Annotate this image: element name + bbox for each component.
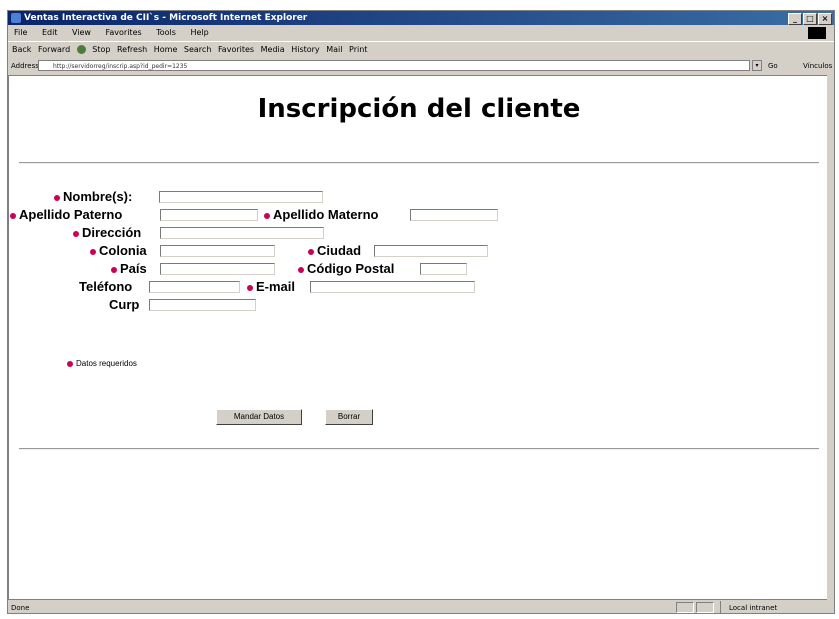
colonia-input[interactable] — [160, 245, 275, 257]
back-button[interactable]: Back — [12, 45, 31, 54]
close-button[interactable]: × — [818, 13, 832, 25]
apellido-materno-input[interactable] — [410, 209, 498, 221]
required-dot-icon — [54, 194, 60, 201]
menu-favorites[interactable]: Favorites — [106, 28, 142, 37]
menu-file[interactable]: File — [14, 28, 27, 37]
vertical-scrollbar[interactable] — [827, 75, 834, 600]
address-dropdown-button[interactable]: ▾ — [752, 60, 762, 71]
forward-button[interactable]: Forward — [38, 45, 70, 54]
stop-button[interactable]: Stop — [92, 45, 110, 54]
zone-indicator: Local intranet — [720, 601, 834, 613]
toolbar: Back Forward Stop Refresh Home Search Fa… — [8, 41, 834, 58]
reset-button[interactable]: Borrar — [325, 409, 373, 425]
status-bar: Done Local intranet — [8, 601, 834, 613]
required-dot-icon — [264, 212, 270, 219]
email-input[interactable] — [310, 281, 475, 293]
ciudad-label: Ciudad — [308, 243, 361, 259]
browser-window: Ventas Interactiva de CII`s - Microsoft … — [7, 10, 835, 614]
email-label: E-mail — [247, 279, 295, 295]
print-button[interactable]: Print — [349, 45, 367, 54]
go-button[interactable]: Go — [768, 58, 778, 74]
address-label: Address — [11, 62, 39, 70]
status-text: Done — [11, 604, 30, 612]
pais-label: País — [111, 261, 147, 277]
menu-bar: File Edit View Favorites Tools Help — [8, 26, 834, 40]
apellido-materno-label: Apellido Materno — [264, 207, 378, 223]
minimize-button[interactable]: _ — [788, 13, 802, 25]
history-button[interactable]: History — [291, 45, 319, 54]
direccion-label: Dirección — [73, 225, 141, 241]
address-bar: Address http://servidorreg/inscrip.asp?i… — [8, 58, 834, 74]
divider-bottom — [19, 448, 819, 450]
direccion-input[interactable] — [160, 227, 324, 239]
required-dot-icon — [73, 230, 79, 237]
stop-icon[interactable] — [76, 45, 86, 54]
ie-logo-icon — [11, 13, 21, 23]
submit-button[interactable]: Mandar Datos — [216, 409, 302, 425]
required-dot-icon — [298, 266, 304, 273]
title-bar: Ventas Interactiva de CII`s - Microsoft … — [8, 11, 834, 25]
menu-help[interactable]: Help — [190, 28, 208, 37]
required-legend: Datos requeridos — [67, 359, 137, 368]
address-input[interactable]: http://servidorreg/inscrip.asp?id_pedir=… — [38, 60, 750, 71]
menu-view[interactable]: View — [72, 28, 91, 37]
links-button[interactable]: Vínculos — [803, 58, 832, 74]
search-button[interactable]: Search — [184, 45, 211, 54]
page-content: Inscripción del cliente Nombre(s): Apell… — [8, 75, 828, 600]
home-button[interactable]: Home — [154, 45, 178, 54]
curp-label: Curp — [109, 297, 140, 312]
required-dot-icon — [308, 248, 314, 255]
menu-tools[interactable]: Tools — [156, 28, 176, 37]
nombre-label: Nombre(s): — [54, 189, 132, 205]
mail-button[interactable]: Mail — [326, 45, 342, 54]
favorites-button[interactable]: Favorites — [218, 45, 254, 54]
pais-input[interactable] — [160, 263, 275, 275]
telefono-input[interactable] — [149, 281, 240, 293]
status-segment — [676, 602, 694, 613]
required-dot-icon — [10, 212, 16, 219]
page-title: Inscripción del cliente — [257, 94, 581, 124]
required-dot-icon — [67, 360, 73, 367]
apellido-paterno-label: Apellido Paterno — [10, 207, 122, 223]
colonia-label: Colonia — [90, 243, 147, 259]
media-button[interactable]: Media — [261, 45, 285, 54]
menu-edit[interactable]: Edit — [42, 28, 58, 37]
required-dot-icon — [111, 266, 117, 273]
maximize-button[interactable]: □ — [803, 13, 817, 25]
required-dot-icon — [90, 248, 96, 255]
curp-input[interactable] — [149, 299, 256, 311]
codigo-postal-input[interactable] — [420, 263, 467, 275]
refresh-button[interactable]: Refresh — [117, 45, 147, 54]
required-dot-icon — [247, 284, 253, 291]
window-title: Ventas Interactiva de CII`s - Microsoft … — [24, 13, 308, 23]
windows-logo-icon — [808, 27, 826, 39]
nombre-input[interactable] — [159, 191, 323, 203]
ciudad-input[interactable] — [374, 245, 488, 257]
codigo-postal-label: Código Postal — [298, 261, 394, 277]
telefono-label: Teléfono — [79, 279, 133, 294]
divider-top — [19, 162, 819, 164]
status-segment — [696, 602, 714, 613]
apellido-paterno-input[interactable] — [160, 209, 258, 221]
